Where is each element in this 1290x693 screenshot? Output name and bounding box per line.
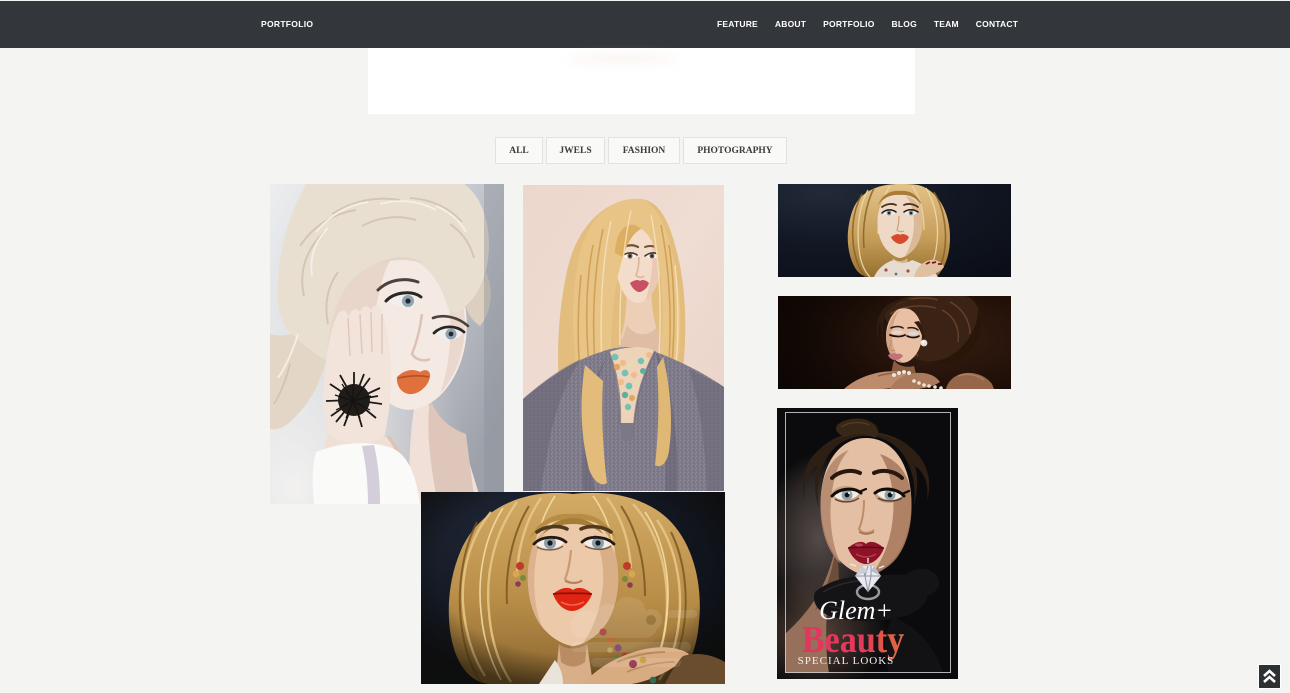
svg-text:SPECIAL LOOKS: SPECIAL LOOKS [798, 655, 895, 667]
